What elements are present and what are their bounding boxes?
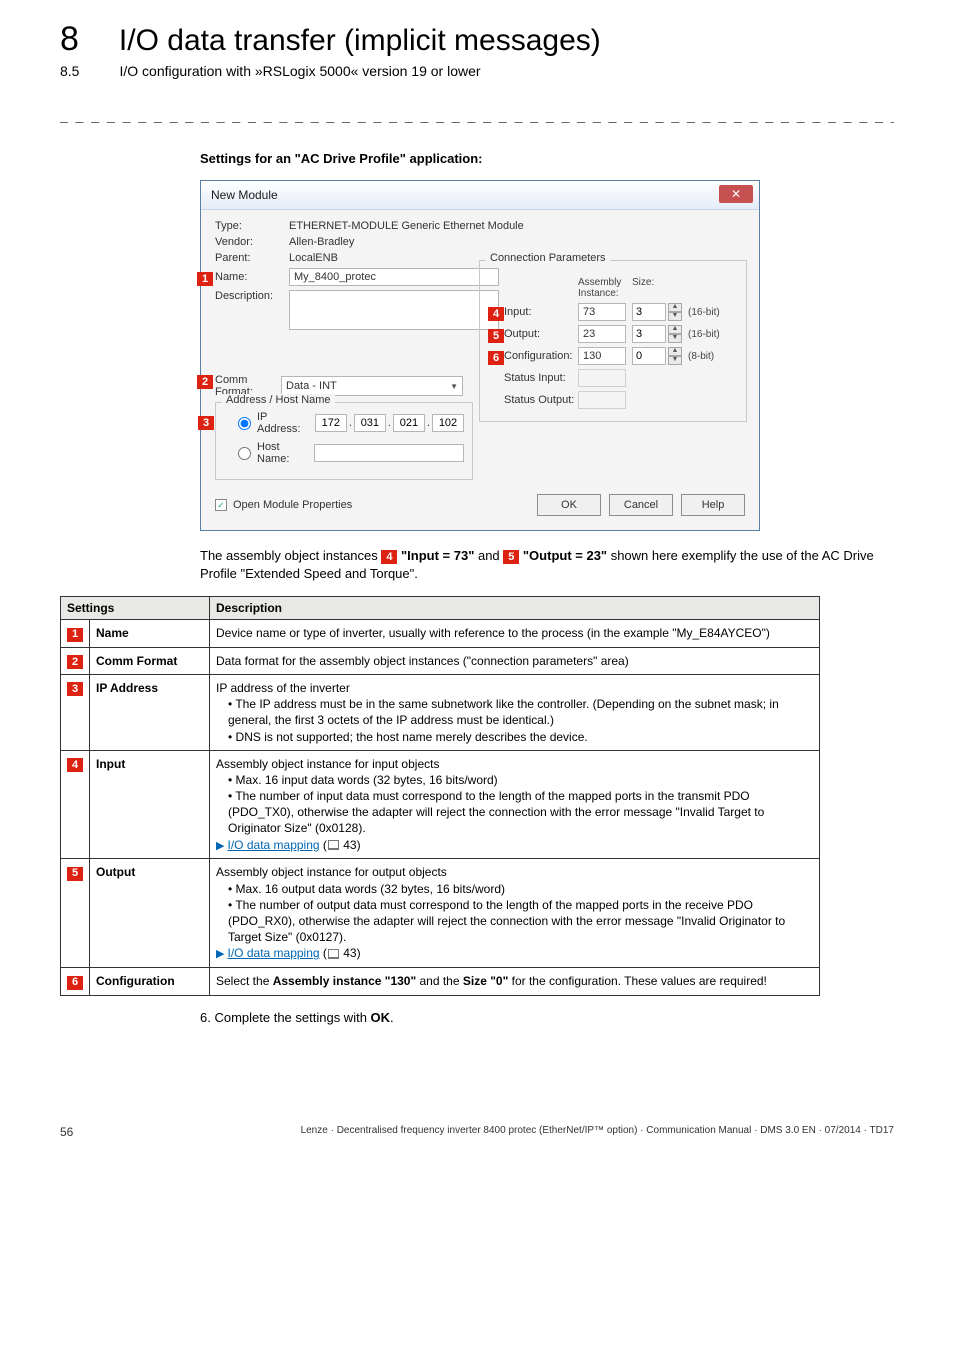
chevron-down-icon: ▼ (450, 382, 458, 391)
open-module-properties-label: Open Module Properties (233, 499, 352, 511)
callout-2: 2 (197, 375, 213, 389)
host-name-radio[interactable] (238, 447, 251, 460)
caption-paragraph: The assembly object instances 4 "Input =… (200, 547, 894, 582)
help-button[interactable]: Help (681, 494, 745, 516)
page-number: 56 (60, 1125, 73, 1139)
output-size-field[interactable] (632, 325, 666, 343)
name-label: 1Name: (215, 271, 283, 283)
step-6: 6. Complete the settings with OK. (200, 1010, 894, 1025)
parent-label: Parent: (215, 252, 283, 264)
callout-3-table: 3 (67, 682, 83, 696)
connection-parameters-legend: Connection Parameters (486, 252, 610, 264)
type-value: ETHERNET-MODULE Generic Ethernet Module (289, 220, 745, 232)
setting-description: Assembly object instance for output obje… (210, 859, 820, 968)
ip-address-label: IP Address: (257, 411, 309, 435)
ip-address-radio[interactable] (238, 417, 251, 430)
callout-1: 1 (197, 272, 213, 286)
comm-format-select[interactable]: Data - INT ▼ (281, 376, 463, 396)
output-unit: (16-bit) (688, 329, 738, 340)
host-name-label: Host Name: (257, 441, 308, 465)
comm-format-value: Data - INT (286, 380, 337, 392)
table-row: 6 ConfigurationSelect the Assembly instan… (61, 968, 820, 995)
configuration-instance-field[interactable] (578, 347, 626, 365)
setting-name: IP Address (90, 674, 210, 750)
table-row: 3 IP AddressIP address of the inverterThe… (61, 674, 820, 750)
setting-description: Device name or type of inverter, usually… (210, 620, 820, 647)
callout-2-table: 2 (67, 655, 83, 669)
setting-description: Select the Assembly instance "130" and t… (210, 968, 820, 995)
input-size-stepper[interactable]: ▲▼ (668, 303, 682, 321)
callout-5-inline: 5 (503, 550, 519, 564)
setting-name: Configuration (90, 968, 210, 995)
setting-name: Name (90, 620, 210, 647)
ip-octet-1[interactable] (315, 414, 347, 432)
configuration-unit: (8-bit) (688, 351, 738, 362)
callout-3: 3 (198, 416, 214, 430)
output-instance-field[interactable] (578, 325, 626, 343)
address-hostname-group: Address / Host Name 3 IP Address: . . . … (215, 402, 473, 480)
callout-4-table: 4 (67, 758, 83, 772)
output-size-stepper[interactable]: ▲▼ (668, 325, 682, 343)
table-row: 2 Comm FormatData format for the assembly… (61, 647, 820, 674)
dialog-title: New Module (211, 188, 278, 202)
output-label: Output: (504, 328, 540, 340)
vendor-label: Vendor: (215, 236, 283, 248)
table-row: 4 InputAssembly object instance for input… (61, 750, 820, 859)
size-header: Size: (632, 277, 668, 299)
io-data-mapping-link[interactable]: I/O data mapping (228, 838, 320, 852)
type-label: Type: (215, 220, 283, 232)
section-number: 8.5 (60, 63, 79, 79)
input-label: Input: (504, 306, 532, 318)
host-name-field[interactable] (314, 444, 464, 462)
setting-name: Output (90, 859, 210, 968)
chapter-number: 8 (60, 20, 79, 59)
configuration-size-field[interactable] (632, 347, 666, 365)
callout-4: 4 (488, 307, 504, 321)
callout-5: 5 (488, 329, 504, 343)
input-unit: (16-bit) (688, 307, 738, 318)
description-label: Description: (215, 290, 283, 302)
configuration-size-stepper[interactable]: ▲▼ (668, 347, 682, 365)
ip-octet-2[interactable] (354, 414, 386, 432)
settings-table: Settings Description 1 NameDevice name or… (60, 596, 820, 996)
vendor-value: Allen-Bradley (289, 236, 499, 248)
ip-octet-4[interactable] (432, 414, 464, 432)
close-icon[interactable]: ✕ (719, 185, 753, 203)
setting-description: Assembly object instance for input objec… (210, 750, 820, 859)
settings-heading: Settings for an "AC Drive Profile" appli… (200, 151, 894, 166)
callout-6-table: 6 (67, 976, 83, 990)
callout-1-table: 1 (67, 628, 83, 642)
assembly-instance-header: Assembly Instance: (578, 277, 632, 299)
name-field[interactable] (289, 268, 499, 286)
chapter-title: I/O data transfer (implicit messages) (119, 24, 601, 58)
footer-line: Lenze · Decentralised frequency inverter… (301, 1125, 894, 1139)
cancel-button[interactable]: Cancel (609, 494, 673, 516)
new-module-dialog: New Module ✕ Type: ETHERNET-MODULE Gener… (200, 180, 760, 531)
setting-name: Comm Format (90, 647, 210, 674)
separator: _ _ _ _ _ _ _ _ _ _ _ _ _ _ _ _ _ _ _ _ … (60, 107, 894, 123)
setting-description: Data format for the assembly object inst… (210, 647, 820, 674)
description-header: Description (210, 597, 820, 620)
description-field[interactable] (289, 290, 499, 330)
setting-description: IP address of the inverterThe IP address… (210, 674, 820, 750)
configuration-label: Configuration: (504, 350, 573, 362)
callout-5-table: 5 (67, 867, 83, 881)
input-size-field[interactable] (632, 303, 666, 321)
callout-6: 6 (488, 351, 504, 365)
table-row: 1 NameDevice name or type of inverter, us… (61, 620, 820, 647)
table-row: 5 OutputAssembly object instance for outp… (61, 859, 820, 968)
ip-octet-3[interactable] (393, 414, 425, 432)
open-module-properties-checkbox[interactable]: ✓ (215, 499, 227, 511)
ip-address-field[interactable]: . . . (315, 414, 464, 432)
ok-button[interactable]: OK (537, 494, 601, 516)
callout-4-inline: 4 (381, 550, 397, 564)
setting-name: Input (90, 750, 210, 859)
io-data-mapping-link[interactable]: I/O data mapping (228, 946, 320, 960)
settings-header: Settings (61, 597, 210, 620)
section-title: I/O configuration with »RSLogix 5000« ve… (119, 63, 480, 79)
address-hostname-legend: Address / Host Name (222, 394, 335, 406)
parent-value: LocalENB (289, 252, 499, 264)
input-instance-field[interactable] (578, 303, 626, 321)
